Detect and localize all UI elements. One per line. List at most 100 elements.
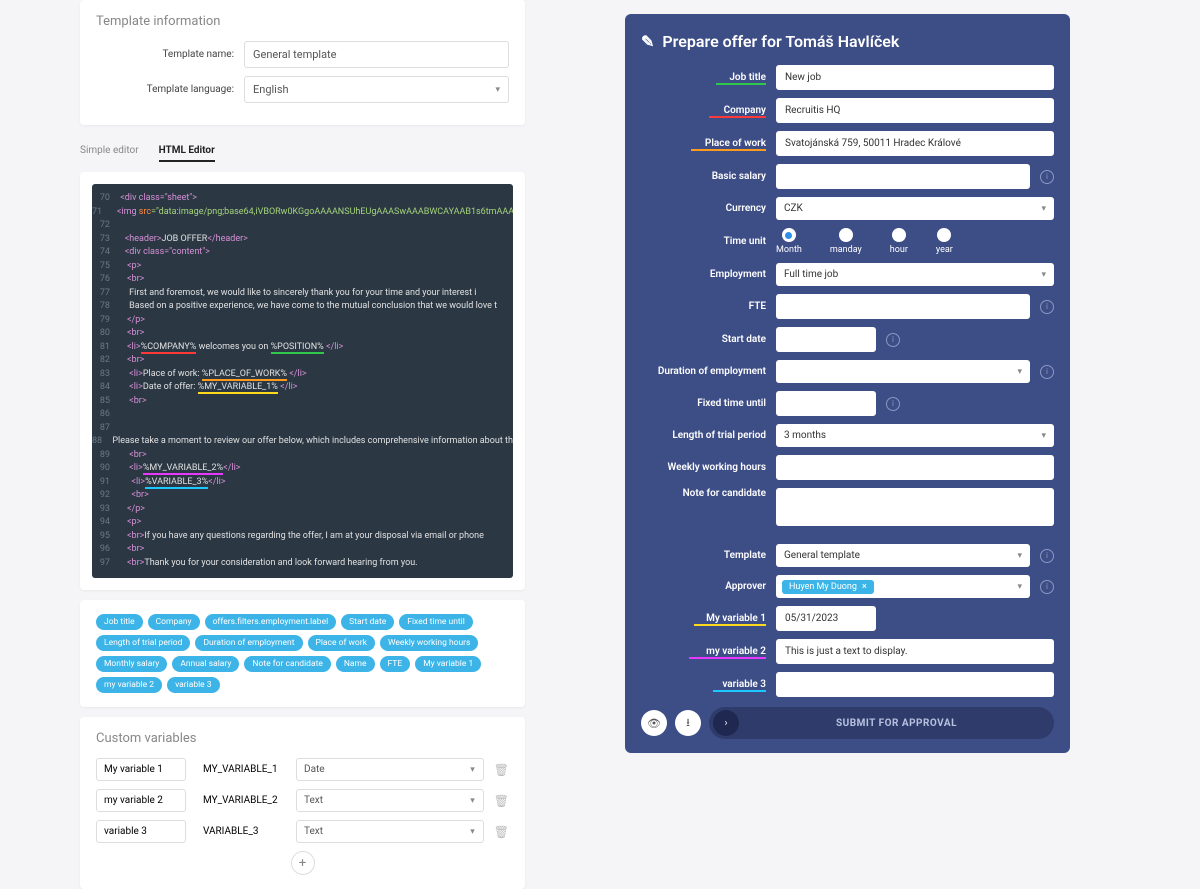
variable-tag[interactable]: Job title bbox=[96, 614, 143, 630]
input-var3[interactable] bbox=[776, 672, 1054, 697]
variable-tag[interactable]: my variable 2 bbox=[96, 677, 162, 693]
label-salary: Basic salary bbox=[641, 171, 766, 182]
label-fixed-until: Fixed time until bbox=[641, 398, 766, 409]
variable-tag[interactable]: variable 3 bbox=[167, 677, 219, 693]
cv-name-input[interactable] bbox=[96, 758, 186, 781]
select-duration[interactable] bbox=[776, 360, 1030, 383]
left-panel: Template information Template name: Temp… bbox=[80, 0, 525, 889]
variable-tag[interactable]: Duration of employment bbox=[195, 635, 302, 651]
input-place[interactable] bbox=[776, 131, 1054, 156]
info-icon[interactable]: i bbox=[886, 397, 900, 411]
info-icon[interactable]: i bbox=[1040, 549, 1054, 563]
add-variable-button[interactable]: + bbox=[291, 851, 315, 875]
offer-title: ✎ Prepare offer for Tomáš Havlíček bbox=[641, 32, 1054, 51]
info-icon[interactable]: i bbox=[886, 333, 900, 347]
radio-hour[interactable]: hour bbox=[890, 228, 908, 255]
select-approver[interactable]: Huyen My Duong× bbox=[776, 575, 1030, 598]
radio-dot[interactable] bbox=[937, 228, 951, 242]
download-icon: ⭳ bbox=[686, 714, 690, 733]
trash-icon[interactable]: 🗑 bbox=[494, 763, 509, 777]
input-weekly-hours[interactable] bbox=[776, 455, 1054, 480]
label-note: Note for candidate bbox=[641, 488, 766, 499]
radio-dot[interactable] bbox=[892, 228, 906, 242]
label-company: Company bbox=[641, 105, 766, 116]
info-icon[interactable]: i bbox=[1040, 365, 1054, 379]
trash-icon[interactable]: 🗑 bbox=[494, 794, 509, 808]
cv-code-label bbox=[196, 790, 286, 811]
label-fte: FTE bbox=[641, 301, 766, 312]
input-salary[interactable] bbox=[776, 164, 1030, 189]
label-template: Template bbox=[641, 550, 766, 561]
info-icon[interactable]: i bbox=[1040, 580, 1054, 594]
template-language-select[interactable]: English bbox=[244, 76, 509, 103]
remove-chip-icon[interactable]: × bbox=[862, 582, 867, 592]
radio-month[interactable]: Month bbox=[776, 228, 802, 255]
info-icon[interactable]: i bbox=[1040, 300, 1054, 314]
select-employment[interactable]: Full time job bbox=[776, 263, 1054, 286]
label-var3: variable 3 bbox=[641, 679, 766, 690]
time-unit-radios: Month manday hour year bbox=[776, 228, 1054, 255]
template-language-label: Template language: bbox=[96, 84, 234, 95]
template-info-card: Template information Template name: Temp… bbox=[80, 0, 525, 125]
variable-tag[interactable]: Name bbox=[336, 656, 375, 672]
tab-simple-editor[interactable]: Simple editor bbox=[80, 141, 139, 162]
cv-type-select[interactable]: Text bbox=[296, 789, 484, 812]
radio-dot[interactable] bbox=[839, 228, 853, 242]
download-button[interactable]: ⭳ bbox=[675, 710, 701, 736]
cv-type-select[interactable]: Date bbox=[296, 758, 484, 781]
cv-name-input[interactable] bbox=[96, 820, 186, 843]
custom-variable-row: Text 🗑 bbox=[96, 820, 509, 843]
trash-icon[interactable]: 🗑 bbox=[494, 825, 509, 839]
select-template[interactable]: General template bbox=[776, 544, 1030, 567]
input-myvar2[interactable] bbox=[776, 639, 1054, 664]
variable-tag[interactable]: Weekly working hours bbox=[380, 635, 478, 651]
cv-type-select[interactable]: Text bbox=[296, 820, 484, 843]
label-start: Start date bbox=[641, 334, 766, 345]
variable-tag[interactable]: Length of trial period bbox=[96, 635, 190, 651]
input-company[interactable] bbox=[776, 98, 1054, 123]
submit-label: SUBMIT FOR APPROVAL bbox=[739, 718, 1054, 729]
variable-tag[interactable]: Note for candidate bbox=[244, 656, 330, 672]
variable-tag[interactable]: Company bbox=[148, 614, 200, 630]
preview-button[interactable]: 👁 bbox=[641, 710, 667, 736]
approver-chip[interactable]: Huyen My Duong× bbox=[782, 580, 874, 594]
input-fixed-until[interactable] bbox=[776, 391, 876, 416]
tab-html-editor[interactable]: HTML Editor bbox=[159, 141, 215, 162]
offer-form-card: ✎ Prepare offer for Tomáš Havlíček Job t… bbox=[625, 14, 1070, 753]
radio-manday[interactable]: manday bbox=[830, 228, 862, 255]
select-currency[interactable]: CZK bbox=[776, 197, 1054, 220]
cv-code-label bbox=[196, 821, 286, 842]
textarea-note[interactable] bbox=[776, 488, 1054, 526]
label-weekly: Weekly working hours bbox=[641, 462, 766, 473]
custom-variables-card: Custom variables Date 🗑 Text 🗑 Text 🗑 + bbox=[80, 717, 525, 889]
variable-tag[interactable]: FTE bbox=[380, 656, 411, 672]
label-currency: Currency bbox=[641, 203, 766, 214]
custom-variable-row: Text 🗑 bbox=[96, 789, 509, 812]
variable-tag[interactable]: Place of work bbox=[308, 635, 375, 651]
select-trial[interactable]: 3 months bbox=[776, 424, 1054, 447]
radio-label: manday bbox=[830, 245, 862, 255]
input-myvar1[interactable] bbox=[776, 606, 876, 631]
label-time-unit: Time unit bbox=[641, 236, 766, 247]
template-name-input[interactable] bbox=[244, 41, 509, 68]
variable-tag[interactable]: Start date bbox=[341, 614, 394, 630]
template-info-title: Template information bbox=[96, 14, 509, 29]
input-start-date[interactable] bbox=[776, 327, 876, 352]
input-job-title[interactable] bbox=[776, 65, 1054, 90]
offer-footer: 👁 ⭳ › SUBMIT FOR APPROVAL bbox=[641, 707, 1054, 739]
radio-dot[interactable] bbox=[782, 228, 796, 242]
radio-label: hour bbox=[890, 245, 908, 255]
code-editor[interactable]: 70 <div class="sheet"> 71 <img src="data… bbox=[92, 184, 513, 578]
cv-name-input[interactable] bbox=[96, 789, 186, 812]
info-icon[interactable]: i bbox=[1040, 170, 1054, 184]
input-fte[interactable] bbox=[776, 294, 1030, 319]
variable-tag[interactable]: offers.filters.employment.label bbox=[205, 614, 337, 630]
submit-button[interactable]: › SUBMIT FOR APPROVAL bbox=[709, 707, 1054, 739]
label-place: Place of work bbox=[641, 138, 766, 149]
variable-tag[interactable]: Annual salary bbox=[172, 656, 239, 672]
label-employment: Employment bbox=[641, 269, 766, 280]
radio-year[interactable]: year bbox=[936, 228, 953, 255]
variable-tag[interactable]: Fixed time until bbox=[399, 614, 473, 630]
variable-tag[interactable]: My variable 1 bbox=[415, 656, 481, 672]
variable-tag[interactable]: Monthly salary bbox=[96, 656, 167, 672]
